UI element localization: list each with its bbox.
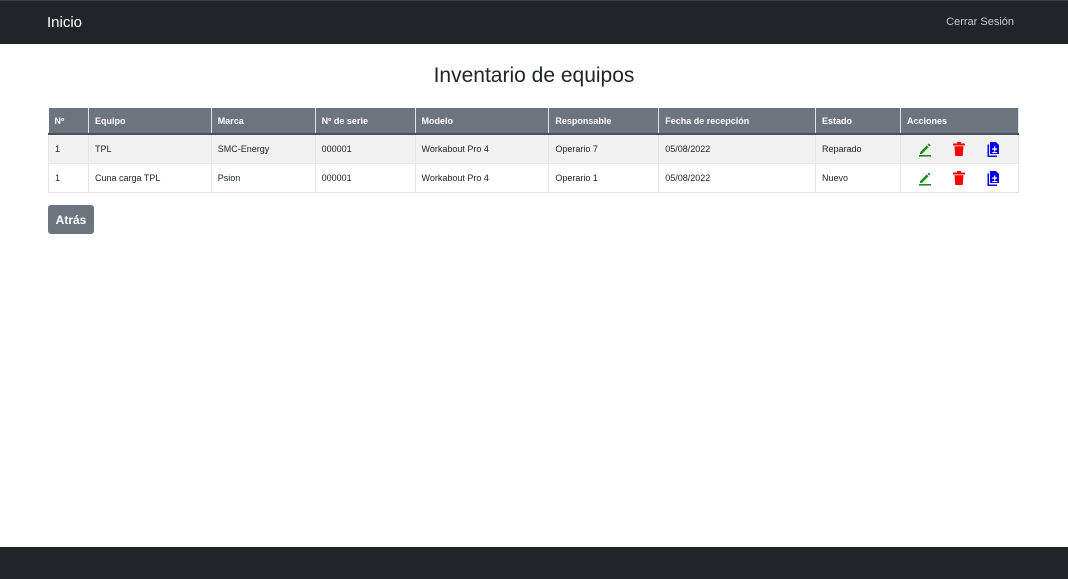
- cell-marca: Psion: [210, 162, 316, 193]
- cell-numero: 1: [48, 162, 89, 193]
- cell-equipo: Cuna carga TPL: [87, 162, 212, 193]
- col-header-numero: Nº: [48, 108, 89, 135]
- col-header-modelo: Modelo: [415, 108, 550, 135]
- pencil-icon[interactable]: [917, 141, 933, 157]
- nav-home-link[interactable]: Inicio: [47, 14, 82, 31]
- cell-modelo: Workabout Pro 4: [414, 133, 550, 164]
- cell-serie: 000001: [314, 133, 416, 164]
- cell-estado: Reparado: [815, 133, 901, 164]
- col-header-acciones: Acciones: [900, 108, 1020, 135]
- back-button[interactable]: Atrás: [48, 205, 94, 234]
- cell-fecha: 05/08/2022: [658, 162, 817, 193]
- table-header-row: Nº Equipo Marca Nº de serie Modelo Respo…: [48, 108, 1020, 135]
- cell-fecha: 05/08/2022: [658, 133, 817, 164]
- col-header-equipo: Equipo: [88, 108, 212, 135]
- trash-icon[interactable]: [951, 141, 967, 157]
- cell-responsable: Operario 7: [548, 133, 660, 164]
- page-title: Inventario de equipos: [433, 64, 635, 87]
- cell-responsable: Operario 1: [548, 162, 660, 193]
- pencil-icon[interactable]: [917, 170, 933, 186]
- col-header-estado: Estado: [815, 108, 901, 135]
- cell-estado: Nuevo: [815, 162, 901, 193]
- document-add-icon[interactable]: [985, 141, 1001, 157]
- cell-acciones: [899, 133, 1020, 164]
- col-header-serie: Nº de serie: [315, 108, 416, 135]
- document-add-icon[interactable]: [985, 170, 1001, 186]
- col-header-marca: Marca: [211, 108, 316, 135]
- inventory-table: Nº Equipo Marca Nº de serie Modelo Respo…: [48, 108, 1020, 193]
- col-header-responsable: Responsable: [548, 108, 660, 135]
- cell-modelo: Workabout Pro 4: [414, 162, 550, 193]
- cell-marca: SMC-Energy: [210, 133, 316, 164]
- table-row: 1 TPL SMC-Energy 000001 Workabout Pro 4 …: [48, 133, 1020, 164]
- navbar: Inicio Cerrar Sesión: [0, 0, 1068, 44]
- trash-icon[interactable]: [951, 170, 967, 186]
- logout-link[interactable]: Cerrar Sesión: [946, 16, 1014, 28]
- col-header-fecha: Fecha de recepción: [658, 108, 817, 135]
- table-row: 1 Cuna carga TPL Psion 000001 Workabout …: [48, 162, 1020, 193]
- cell-serie: 000001: [314, 162, 416, 193]
- cell-equipo: TPL: [87, 133, 212, 164]
- footer: [0, 547, 1068, 579]
- cell-acciones: [899, 162, 1020, 193]
- cell-numero: 1: [48, 133, 89, 164]
